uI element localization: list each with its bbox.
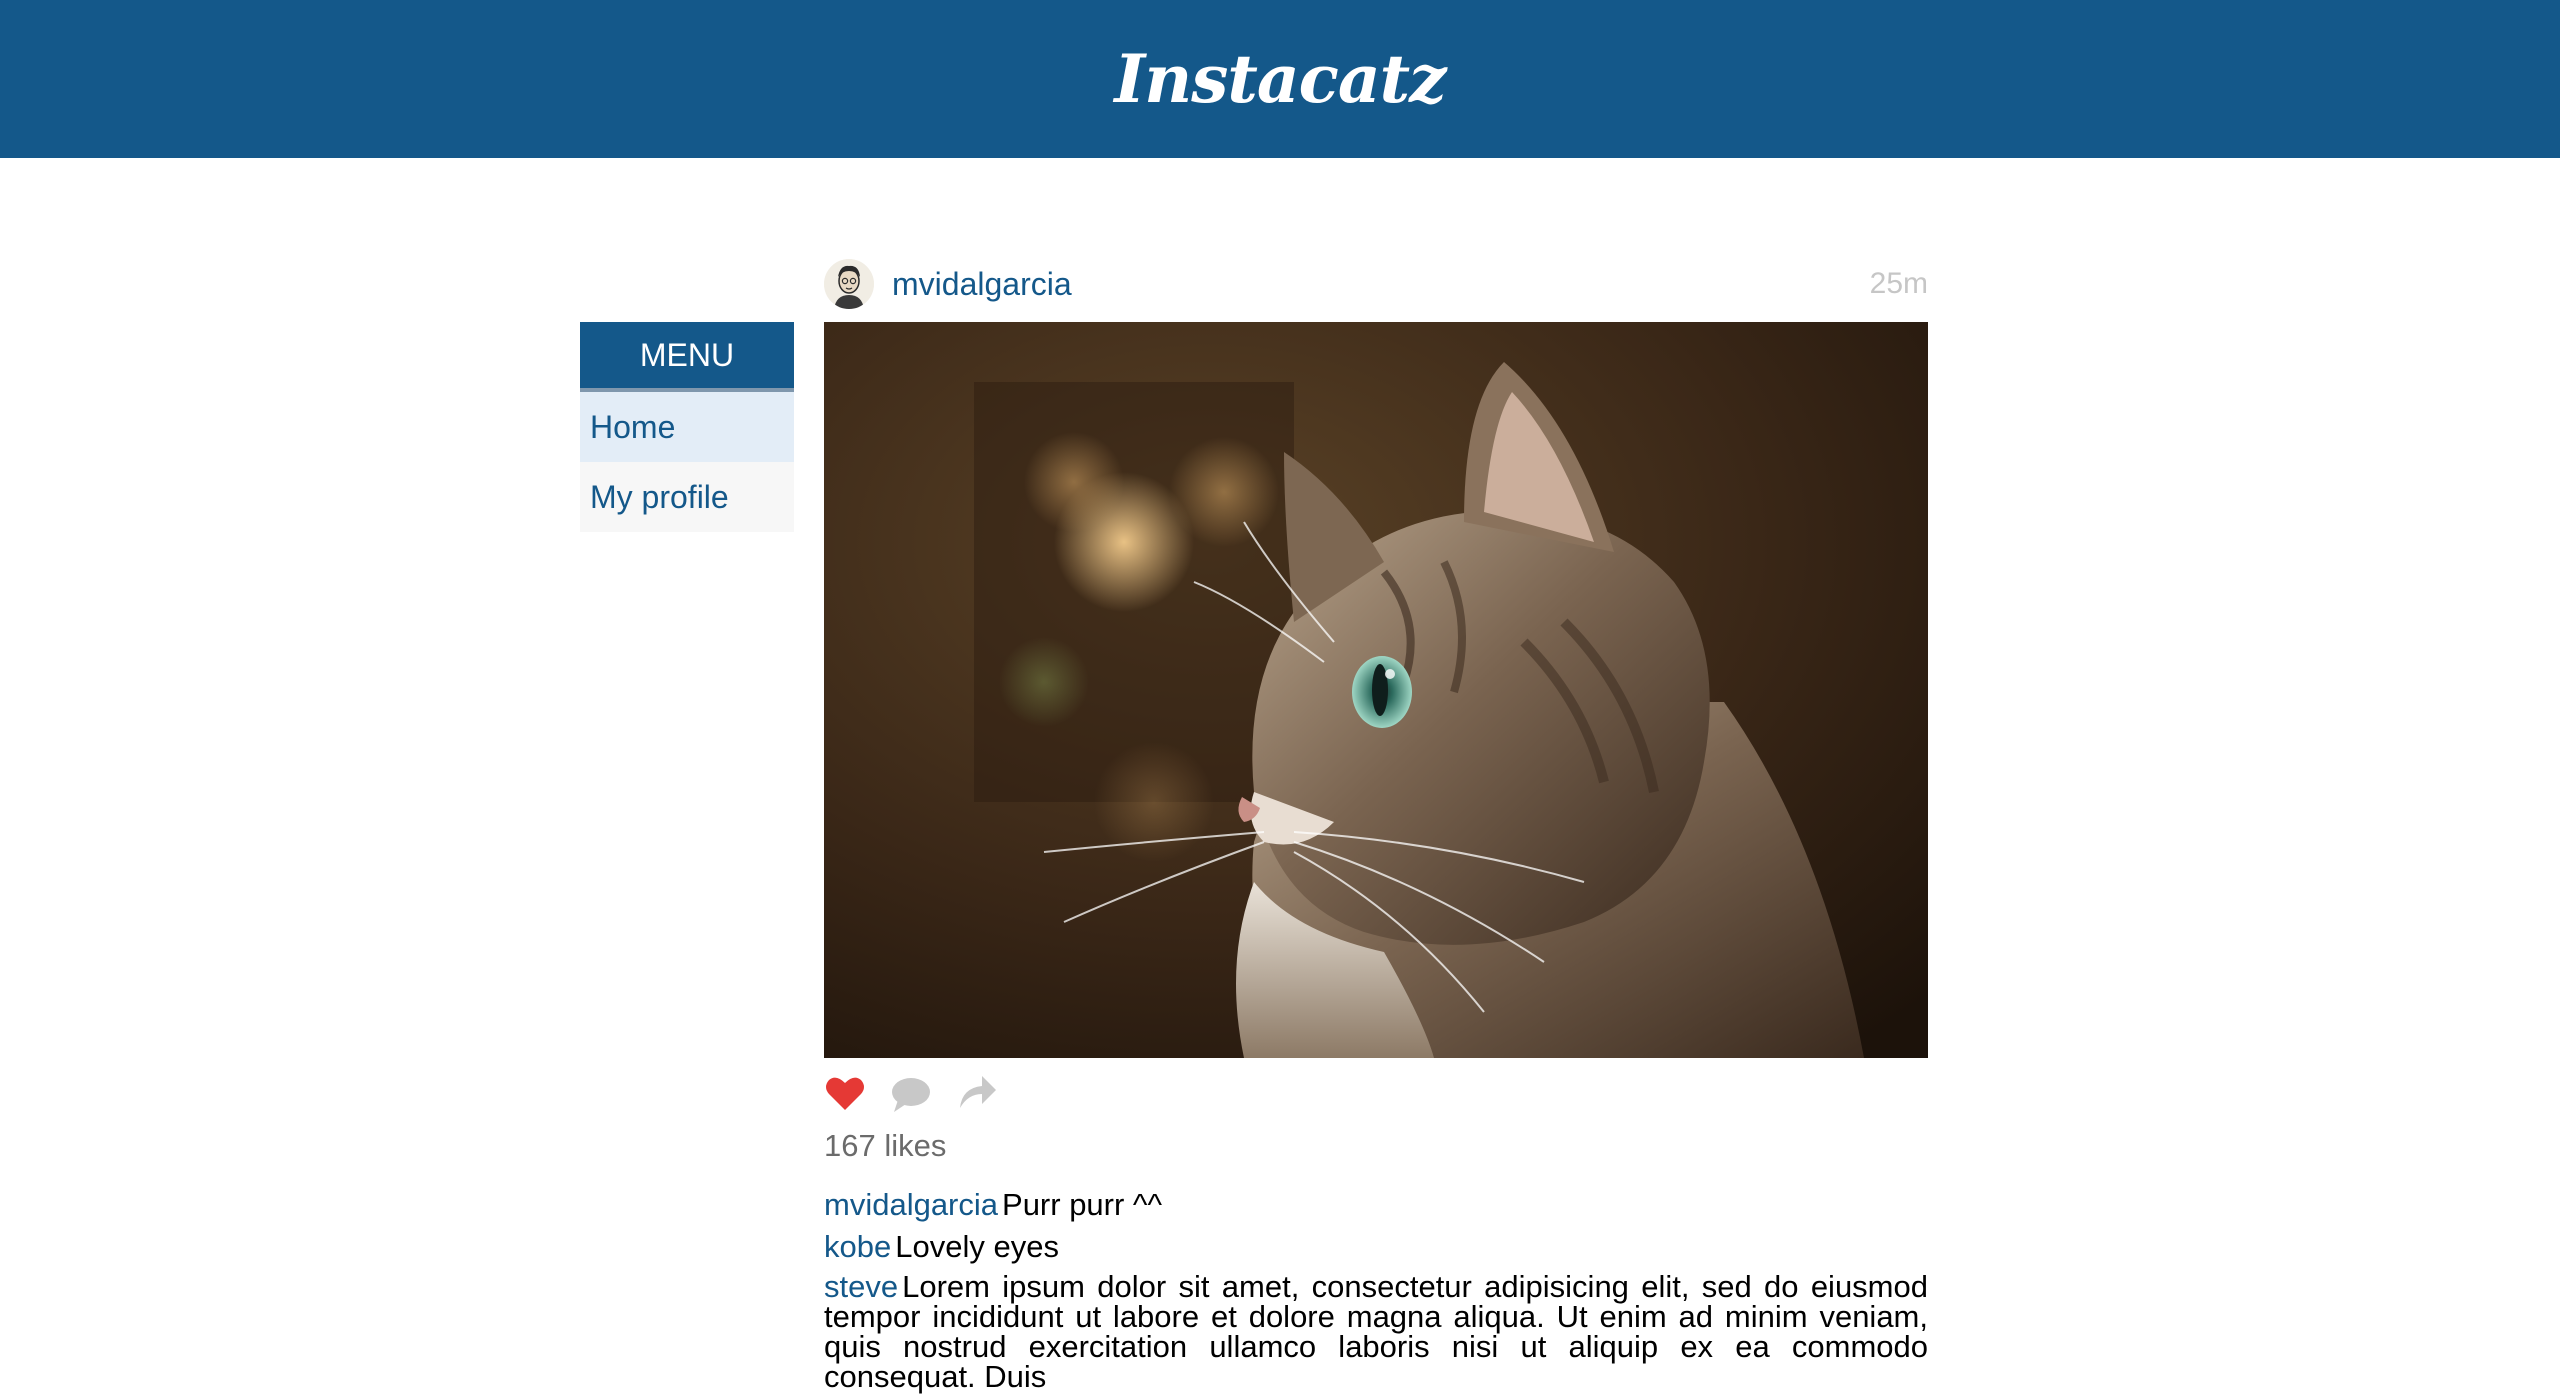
- post-actions: [824, 1072, 1928, 1114]
- likes-count: 167 likes: [824, 1128, 947, 1163]
- top-bar: Instacatz: [0, 0, 2560, 158]
- comment: mvidalgarcia Purr purr ^^: [824, 1184, 1928, 1226]
- comment-text: Purr purr ^^: [1002, 1187, 1163, 1222]
- app-logo[interactable]: Instacatz: [1114, 40, 1446, 118]
- share-arrow-icon[interactable]: [956, 1072, 998, 1114]
- comment-text: Lovely eyes: [895, 1229, 1059, 1264]
- post-card: mvidalgarcia 25m 167 likes mvidalgarcia …: [824, 255, 1928, 1392]
- user-avatar[interactable]: [824, 259, 874, 309]
- comment-username[interactable]: kobe: [824, 1229, 891, 1264]
- comment: steve Lorem ipsum dolor sit amet, consect…: [824, 1269, 1928, 1394]
- comment-username[interactable]: mvidalgarcia: [824, 1187, 998, 1222]
- post-timestamp: 25m: [1869, 267, 1928, 300]
- comment: kobe Lovely eyes: [824, 1226, 1928, 1268]
- speech-bubble-icon[interactable]: [890, 1072, 932, 1114]
- comments-list: mvidalgarcia Purr purr ^^ kobe Lovely eyes…: [824, 1184, 1928, 1392]
- comment-text: Lorem ipsum dolor sit amet, consectetur …: [824, 1269, 1928, 1394]
- heart-icon[interactable]: [824, 1072, 866, 1114]
- post-photo[interactable]: [824, 322, 1928, 1058]
- sidebar-menu: MENU Home My profile: [580, 322, 794, 532]
- post-header: mvidalgarcia 25m: [824, 255, 1928, 313]
- menu-header: MENU: [580, 322, 794, 392]
- menu-item-my-profile[interactable]: My profile: [580, 462, 794, 532]
- post-username[interactable]: mvidalgarcia: [892, 266, 1072, 303]
- menu-item-home[interactable]: Home: [580, 392, 794, 462]
